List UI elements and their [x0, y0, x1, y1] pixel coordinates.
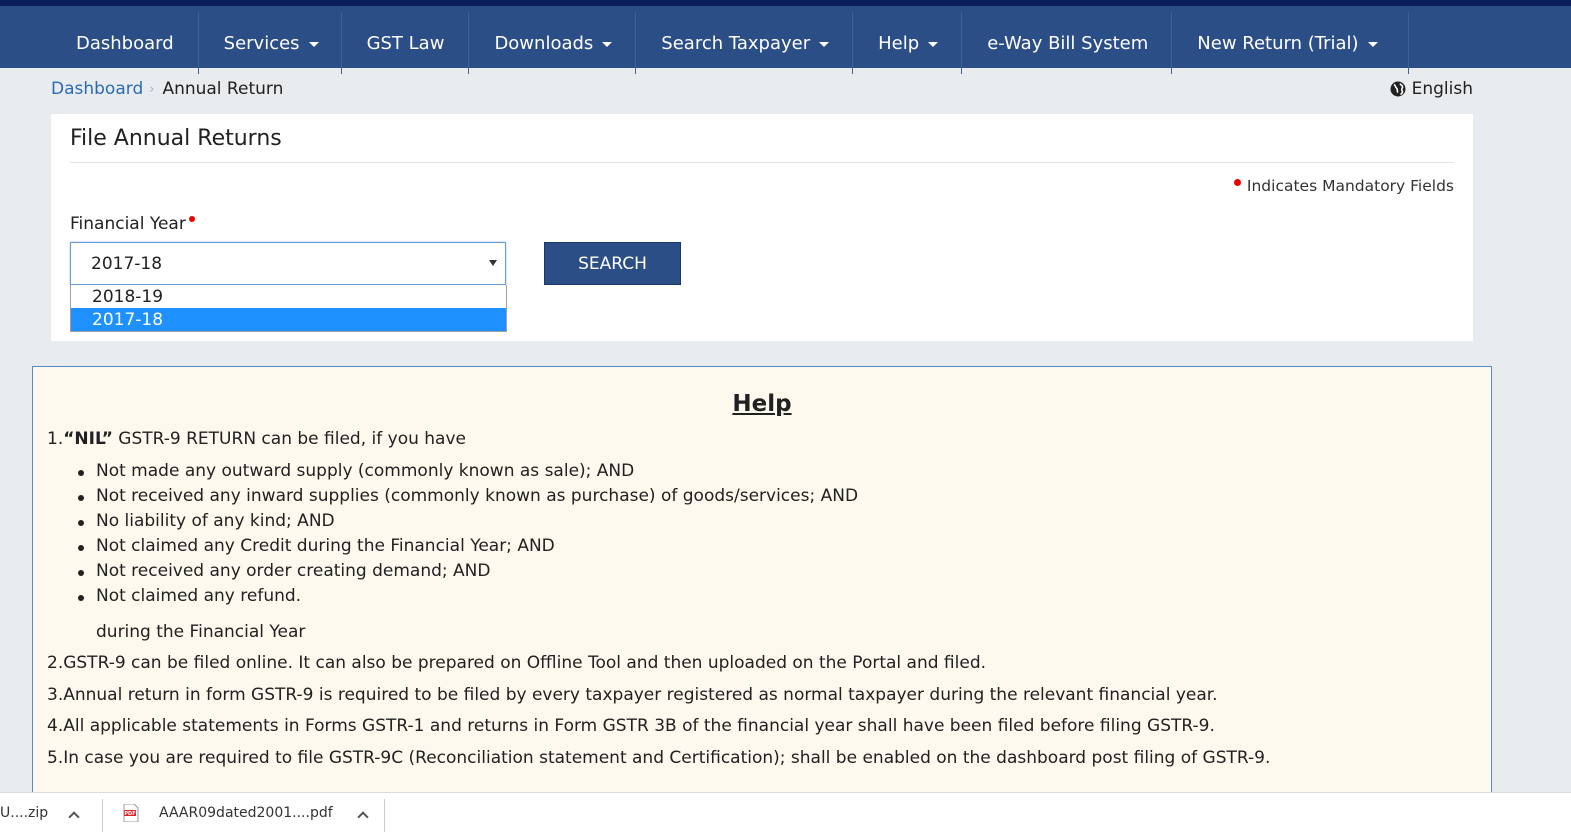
list-item: Not received any inward supplies (common… [77, 486, 858, 511]
nav-dashboard[interactable]: Dashboard [52, 12, 199, 74]
divider [102, 799, 103, 832]
chevron-up-icon[interactable] [356, 811, 369, 823]
financial-year-select[interactable]: 2017-18 [70, 242, 506, 285]
language-selector[interactable]: English [1390, 79, 1473, 99]
svg-text:PDF: PDF [124, 811, 135, 817]
financial-year-options: 2018-19 2017-18 [70, 285, 507, 332]
globe-icon [1390, 81, 1406, 97]
download-filename: U....zip [0, 805, 49, 821]
fy-option-2018-19[interactable]: 2018-19 [71, 285, 506, 308]
list-item: No liability of any kind; AND [77, 511, 858, 536]
help-bullet-list: Not made any outward supply (commonly kn… [77, 461, 858, 611]
financial-year-label: Financial Year [70, 214, 195, 234]
nav-new-return[interactable]: New Return (Trial) [1172, 12, 1409, 74]
search-button[interactable]: SEARCH [544, 242, 681, 285]
nav-help[interactable]: Help [853, 12, 963, 74]
caret-down-icon [602, 41, 613, 47]
mandatory-dot-icon [1233, 178, 1241, 186]
list-item: Not claimed any refund. [77, 586, 858, 611]
help-box: Help 1.“NIL” GSTR-9 RETURN can be filed,… [32, 366, 1492, 796]
list-item: Not made any outward supply (commonly kn… [77, 461, 858, 486]
help-title: Help [732, 391, 792, 417]
chevron-right-icon: › [149, 81, 155, 97]
download-filename: AAAR09dated2001....pdf [159, 805, 333, 821]
nav-downloads[interactable]: Downloads [469, 12, 637, 74]
download-bar: U....zip PDF AAAR09dated2001....pdf [0, 792, 1571, 832]
page-title: File Annual Returns [70, 126, 282, 151]
help-item-1: 1.“NIL” GSTR-9 RETURN can be filed, if y… [47, 429, 466, 449]
list-item: Not claimed any Credit during the Financ… [77, 536, 858, 561]
help-item-3: 3.Annual return in form GSTR-9 is requir… [47, 685, 1218, 705]
chevron-up-icon[interactable] [68, 811, 80, 823]
caret-down-icon [819, 41, 830, 47]
financial-year-selected-value: 2017-18 [91, 253, 163, 274]
pdf-icon: PDF [123, 804, 139, 822]
fy-option-2017-18[interactable]: 2017-18 [71, 308, 506, 331]
breadcrumb: Dashboard › Annual Return [51, 79, 283, 99]
caret-down-icon [1367, 41, 1378, 47]
top-navbar: Dashboard Services GST Law Downloads Sea… [0, 0, 1571, 74]
help-item-5: 5.In case you are required to file GSTR-… [47, 748, 1271, 768]
divider [70, 162, 1454, 163]
nav-eway-bill[interactable]: e-Way Bill System [962, 12, 1173, 74]
nav-search-taxpayer[interactable]: Search Taxpayer [636, 12, 854, 74]
download-item-pdf[interactable]: PDF AAAR09dated2001....pdf [123, 793, 369, 832]
mandatory-fields-note: Indicates Mandatory Fields [1233, 177, 1454, 195]
help-during-text: during the Financial Year [96, 622, 306, 642]
breadcrumb-dashboard-link[interactable]: Dashboard [51, 79, 143, 99]
help-item-2: 2.GSTR-9 can be filed online. It can als… [47, 653, 987, 673]
language-label: English [1411, 79, 1473, 99]
breadcrumb-current: Annual Return [162, 79, 284, 99]
caret-down-icon [308, 41, 319, 47]
mandatory-dot-icon [188, 216, 195, 222]
dropdown-arrow-icon [489, 260, 497, 266]
main-nav: Dashboard Services GST Law Downloads Sea… [52, 12, 1409, 74]
download-item-zip[interactable]: U....zip [0, 793, 80, 832]
caret-down-icon [928, 41, 939, 47]
nav-services[interactable]: Services [199, 12, 342, 74]
divider [384, 799, 385, 832]
nav-gst-law[interactable]: GST Law [342, 12, 470, 74]
help-item-4: 4.All applicable statements in Forms GST… [47, 716, 1215, 736]
list-item: Not received any order creating demand; … [77, 561, 858, 586]
